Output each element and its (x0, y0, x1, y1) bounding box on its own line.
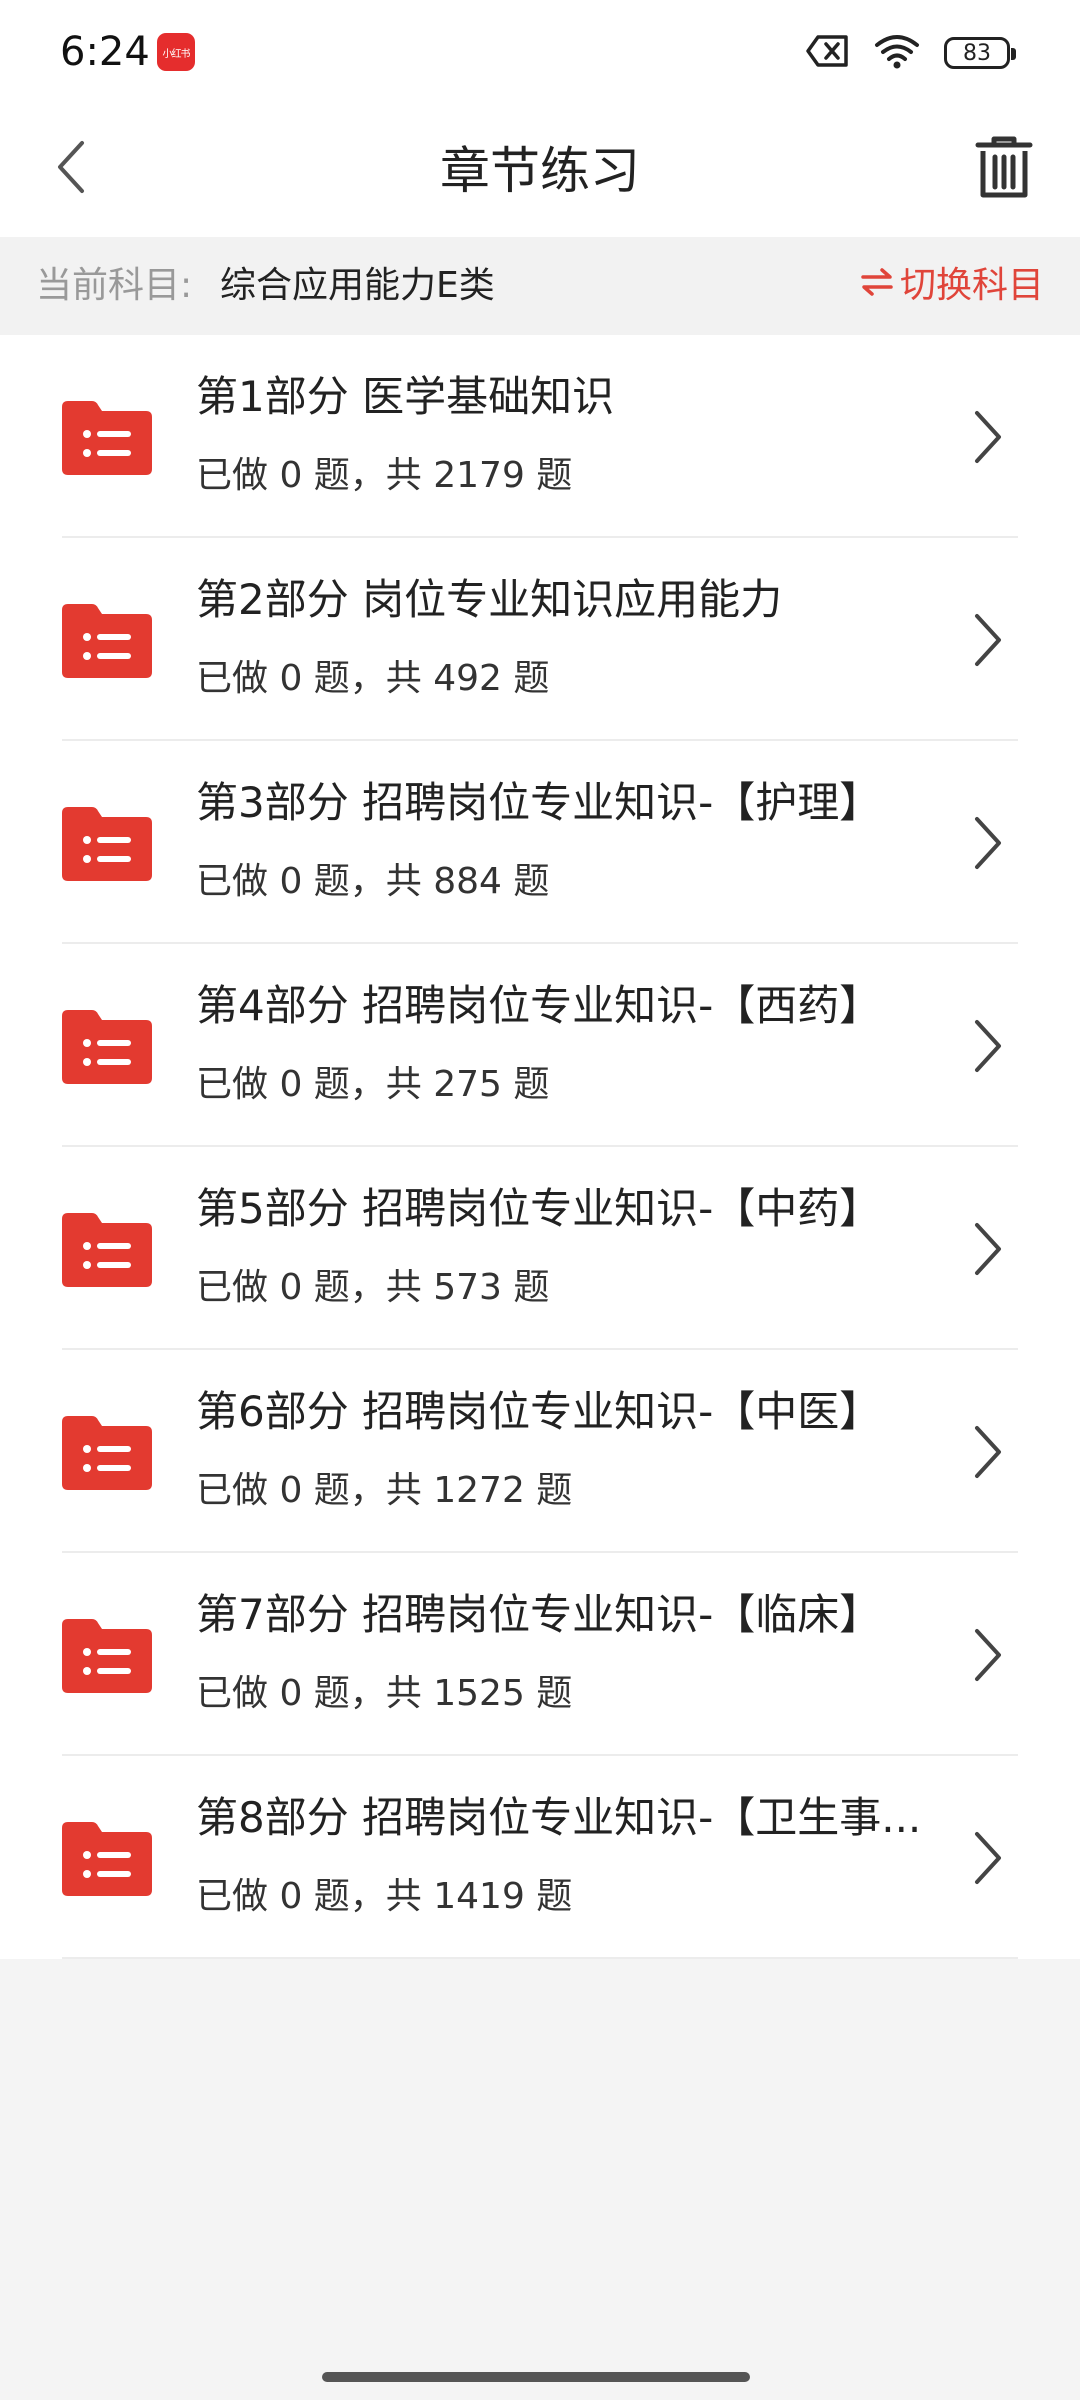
chapter-progress: 已做 0 题，共 1525 题 (196, 1673, 573, 1714)
back-button[interactable] (36, 133, 108, 205)
folder-list-icon (62, 1414, 152, 1490)
divider (62, 1957, 1018, 1959)
chapter-list-item[interactable]: 第5部分 招聘岗位专业知识-【中药】 已做 0 题，共 573 题 (0, 1147, 1080, 1350)
chapter-title: 第4部分 招聘岗位专业知识-【西药】 (196, 981, 882, 1030)
switch-subject-button[interactable]: 切换科目 (860, 261, 1044, 311)
folder-list-icon (62, 602, 152, 678)
current-subject-bar: 当前科目: 综合应用能力E类 切换科目 (0, 237, 1080, 335)
chapter-progress: 已做 0 题，共 884 题 (196, 861, 550, 902)
status-time: 6:24 (60, 29, 150, 75)
chapter-progress: 已做 0 题，共 492 题 (196, 658, 550, 699)
chapter-title: 第5部分 招聘岗位专业知识-【中药】 (196, 1184, 882, 1233)
subject-label: 当前科目: (36, 265, 193, 306)
chapter-list-item[interactable]: 第6部分 招聘岗位专业知识-【中医】 已做 0 题，共 1272 题 (0, 1350, 1080, 1553)
battery-level: 83 (963, 40, 991, 66)
chevron-left-icon (52, 139, 92, 199)
folder-list-icon (62, 1820, 152, 1896)
chapter-list-item[interactable]: 第8部分 招聘岗位专业知识-【卫生事... 已做 0 题，共 1419 题 (0, 1756, 1080, 1959)
chapter-list-item[interactable]: 第4部分 招聘岗位专业知识-【西药】 已做 0 题，共 275 题 (0, 944, 1080, 1147)
chevron-right-icon (958, 610, 1018, 670)
chevron-right-icon (958, 1219, 1018, 1279)
chapter-title: 第6部分 招聘岗位专业知识-【中医】 (196, 1387, 882, 1436)
battery-icon: 83 (944, 37, 1016, 69)
chapter-progress: 已做 0 题，共 1419 题 (196, 1876, 573, 1917)
chevron-right-icon (958, 1422, 1018, 1482)
folder-list-icon (62, 1008, 152, 1084)
home-indicator[interactable] (322, 2372, 750, 2382)
chevron-right-icon (958, 407, 1018, 467)
page-title: 章节练习 (440, 142, 640, 200)
chapter-progress: 已做 0 题，共 573 题 (196, 1267, 550, 1308)
sim-card-off-icon (806, 34, 850, 72)
wifi-icon (874, 33, 920, 73)
folder-list-icon (62, 399, 152, 475)
chapter-progress: 已做 0 题，共 2179 题 (196, 455, 573, 496)
chapter-progress: 已做 0 题，共 1272 题 (196, 1470, 573, 1511)
swap-arrows-icon (860, 261, 894, 311)
chapter-title: 第3部分 招聘岗位专业知识-【护理】 (196, 778, 882, 827)
app-notification-badge: 小红书 (157, 33, 195, 71)
chapter-title: 第1部分 医学基础知识 (196, 372, 615, 421)
chapter-title: 第8部分 招聘岗位专业知识-【卫生事... (196, 1793, 922, 1842)
folder-list-icon (62, 1617, 152, 1693)
chevron-right-icon (958, 1828, 1018, 1888)
subject-value: 综合应用能力E类 (220, 265, 495, 306)
chapter-list-item[interactable]: 第3部分 招聘岗位专业知识-【护理】 已做 0 题，共 884 题 (0, 741, 1080, 944)
screen: 6:24 小红书 83 章节练习 当前科目: 综合应用能力E类 切换科目 第1部… (0, 0, 1080, 2400)
trash-icon (974, 135, 1034, 203)
chapter-list-item[interactable]: 第2部分 岗位专业知识应用能力 已做 0 题，共 492 题 (0, 538, 1080, 741)
chapter-title: 第2部分 岗位专业知识应用能力 (196, 575, 783, 624)
chapter-list-item[interactable]: 第7部分 招聘岗位专业知识-【临床】 已做 0 题，共 1525 题 (0, 1553, 1080, 1756)
status-icons: 83 (806, 30, 1016, 76)
folder-list-icon (62, 805, 152, 881)
switch-subject-label: 切换科目 (899, 265, 1044, 306)
chapter-list-item[interactable]: 第1部分 医学基础知识 已做 0 题，共 2179 题 (0, 335, 1080, 538)
chevron-right-icon (958, 813, 1018, 873)
delete-button[interactable] (964, 129, 1044, 209)
chapter-progress: 已做 0 题，共 275 题 (196, 1064, 550, 1105)
chapter-list: 第1部分 医学基础知识 已做 0 题，共 2179 题 第2部分 岗位专业知识应… (0, 335, 1080, 1959)
chevron-right-icon (958, 1625, 1018, 1685)
folder-list-icon (62, 1211, 152, 1287)
chevron-right-icon (958, 1016, 1018, 1076)
status-bar: 6:24 小红书 83 (0, 0, 1080, 105)
top-app-bar: 章节练习 (0, 105, 1080, 237)
chapter-title: 第7部分 招聘岗位专业知识-【临床】 (196, 1590, 882, 1639)
